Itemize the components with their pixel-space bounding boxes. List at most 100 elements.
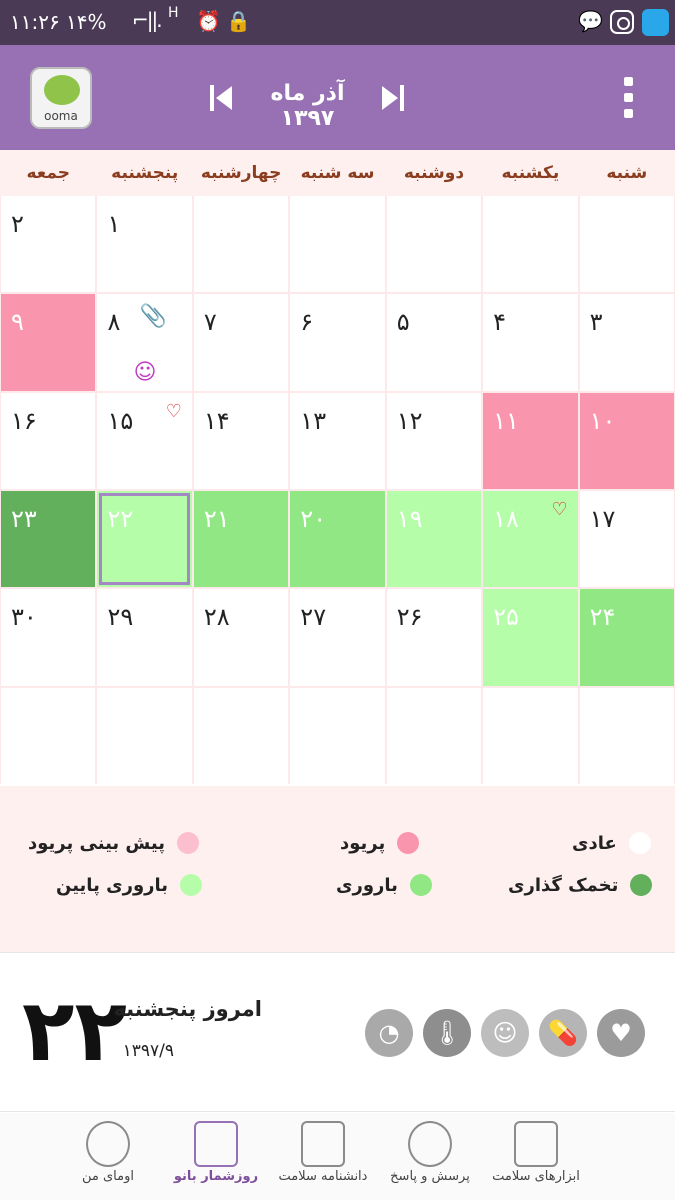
prev-month-button[interactable] bbox=[210, 85, 234, 111]
calendar-day[interactable]: ۱۶ bbox=[1, 392, 96, 489]
calendar-icon bbox=[194, 1121, 238, 1167]
day-number: ۲ bbox=[11, 210, 24, 238]
chat-notification-icon: 💬 bbox=[578, 9, 603, 33]
day-number: ۲۰ bbox=[300, 505, 327, 533]
leaf-icon bbox=[44, 75, 80, 105]
heart-icon[interactable]: ♥ bbox=[597, 1009, 645, 1057]
calendar-day[interactable]: ۲۹ bbox=[97, 589, 192, 686]
calendar-day[interactable]: ۱۴ bbox=[193, 392, 289, 489]
calendar-day[interactable]: ۸ 📎 ☺ bbox=[97, 294, 192, 391]
calendar-day[interactable]: ۱ bbox=[97, 196, 192, 293]
calendar-day-period[interactable]: ۱۱ bbox=[483, 392, 578, 489]
legend-dot-low-fertility bbox=[180, 874, 203, 896]
overflow-menu-icon[interactable] bbox=[622, 77, 636, 121]
legend-dot-period bbox=[397, 832, 420, 854]
scale-icon[interactable]: ◔ bbox=[365, 1009, 413, 1057]
calendar-day[interactable]: ۶ bbox=[290, 294, 385, 391]
calendar-day[interactable]: ۵ bbox=[386, 294, 482, 391]
calendar-day-today[interactable]: ۲۲ bbox=[97, 491, 192, 588]
weekday-label: جمعه bbox=[26, 163, 71, 183]
calendar-day[interactable] bbox=[193, 196, 289, 293]
tab-label: اومای من bbox=[82, 1169, 134, 1184]
calendar-day-fertile[interactable]: ۲۰ bbox=[290, 491, 385, 588]
calendar-day[interactable] bbox=[579, 196, 674, 293]
calendar-day[interactable]: ۲۸ bbox=[193, 589, 289, 686]
day-number: ۱۸ bbox=[493, 505, 519, 533]
day-number: ۲۴ bbox=[589, 603, 616, 632]
calendar-day[interactable]: ۱۲ bbox=[386, 392, 482, 489]
day-number: ۲۶ bbox=[396, 603, 423, 632]
calendar-day[interactable] bbox=[290, 196, 385, 293]
calendar-day[interactable]: ۲ bbox=[1, 196, 96, 293]
today-label: امروز پنجشنبه bbox=[113, 997, 262, 1021]
calendar-day[interactable] bbox=[386, 687, 482, 784]
alarm-icon: ⏰ bbox=[196, 9, 221, 33]
calendar-day[interactable]: ۳ bbox=[579, 294, 674, 391]
legend-label: پریود bbox=[340, 832, 386, 854]
calendar-day[interactable]: ۲۶ bbox=[386, 589, 482, 686]
newspaper-icon bbox=[301, 1121, 345, 1167]
calendar-day[interactable] bbox=[97, 687, 192, 784]
profile-icon bbox=[86, 1121, 130, 1167]
day-number: ۳۰ bbox=[11, 603, 37, 632]
calendar-day[interactable] bbox=[579, 687, 674, 784]
tab-encyclopedia[interactable]: دانشنامه سلامت bbox=[268, 1113, 378, 1200]
calendar-day-low-fertility[interactable]: ۲۵ bbox=[483, 589, 578, 686]
tab-my-ooma[interactable]: اومای من bbox=[58, 1113, 158, 1200]
day-number: ۲۳ bbox=[11, 505, 37, 533]
calendar-day-period[interactable]: ۹ bbox=[1, 294, 96, 391]
legend-low-fertility: باروری پایین bbox=[56, 874, 203, 896]
calendar-day-fertile[interactable]: ۲۴ bbox=[579, 589, 674, 686]
calendar-day[interactable] bbox=[483, 196, 578, 293]
ooma-logo[interactable]: ooma bbox=[30, 67, 92, 129]
legend-predicted-period: پیش بینی پریود bbox=[28, 832, 199, 854]
logo-text: ooma bbox=[44, 109, 78, 123]
tab-label: پرسش و پاسخ bbox=[390, 1169, 470, 1184]
calendar-day[interactable] bbox=[290, 687, 385, 784]
day-number: ۳ bbox=[589, 308, 603, 337]
day-number: ۱۴ bbox=[203, 406, 230, 435]
tab-health-tools[interactable]: ابزارهای سلامت bbox=[484, 1113, 588, 1200]
heart-icon: ♡ bbox=[165, 400, 182, 422]
app-header: ooma آذر ماه ۱۳۹۷ bbox=[0, 45, 675, 150]
calendar-day[interactable] bbox=[483, 687, 578, 784]
legend-label: باروری پایین bbox=[56, 874, 169, 896]
calendar-day-low-fertility[interactable]: ۱۹ bbox=[386, 491, 482, 588]
calendar-day-fertile[interactable]: ۲۱ bbox=[193, 491, 289, 588]
tab-qa[interactable]: پرسش و پاسخ bbox=[378, 1113, 482, 1200]
calendar-day[interactable]: ۱۷ bbox=[579, 491, 674, 588]
day-number: ۱ bbox=[107, 210, 121, 238]
legend-label: عادی bbox=[572, 832, 617, 854]
question-icon bbox=[408, 1121, 452, 1167]
day-number: ۱۰ bbox=[589, 406, 616, 435]
legend-dot-predicted bbox=[177, 832, 199, 854]
day-number: ۶ bbox=[300, 308, 314, 337]
calendar-day-ovulation[interactable]: ۲۳ bbox=[1, 491, 96, 588]
calendar-day-period[interactable]: ۱۰ bbox=[579, 392, 674, 489]
calendar-day[interactable]: ۴ bbox=[483, 294, 578, 391]
network-type: H bbox=[168, 5, 179, 21]
calendar-day[interactable]: ۷ bbox=[193, 294, 289, 391]
pill-icon[interactable]: 💊 bbox=[539, 1009, 587, 1057]
tab-calendar[interactable]: روزشمار بانو bbox=[166, 1113, 266, 1200]
day-number: ۲۹ bbox=[107, 603, 134, 632]
calendar-day[interactable] bbox=[386, 196, 482, 293]
calendar-day[interactable]: ۱۵ ♡ bbox=[97, 392, 192, 489]
weekday-label: دوشنبه bbox=[403, 163, 465, 183]
legend-label: تخمک گذاری bbox=[508, 874, 619, 896]
day-number: ۷ bbox=[203, 308, 217, 337]
calendar-day[interactable]: ۳۰ bbox=[1, 589, 96, 686]
day-number: ۵ bbox=[396, 308, 410, 337]
thermometer-icon[interactable]: 🌡 bbox=[423, 1009, 471, 1057]
calendar-day[interactable]: ۱۳ bbox=[290, 392, 385, 489]
calendar-day[interactable] bbox=[193, 687, 289, 784]
attachment-icon: 📎 bbox=[139, 304, 167, 330]
calendar-day[interactable] bbox=[1, 687, 96, 784]
day-number: ۹ bbox=[11, 308, 24, 337]
mood-icon[interactable]: ☺ bbox=[481, 1009, 529, 1057]
next-month-button[interactable] bbox=[380, 85, 404, 111]
calendar-day-low-fertility[interactable]: ۱۸ ♡ bbox=[483, 491, 578, 588]
calendar-day[interactable]: ۲۷ bbox=[290, 589, 385, 686]
signal-icon: ⌐||. bbox=[132, 8, 163, 32]
legend-ovulation: تخمک گذاری bbox=[508, 874, 653, 896]
